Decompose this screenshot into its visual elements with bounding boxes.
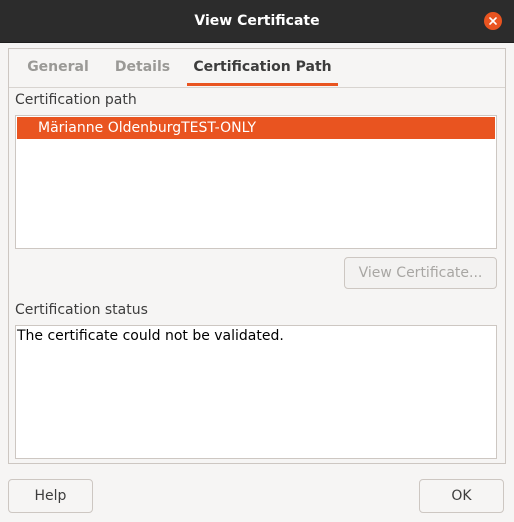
certification-status-label: Certification status — [15, 302, 148, 318]
tab-general[interactable]: General — [20, 49, 96, 86]
tab-certification-path[interactable]: Certification Path — [187, 49, 338, 86]
list-item[interactable]: Märianne OldenburgTEST-ONLY — [17, 117, 495, 139]
titlebar: View Certificate — [0, 0, 514, 43]
tab-details[interactable]: Details — [108, 49, 177, 86]
close-button[interactable] — [484, 12, 502, 30]
ok-button[interactable]: OK — [419, 479, 504, 513]
certification-path-list[interactable]: Märianne OldenburgTEST-ONLY — [15, 115, 497, 249]
view-certificate-dialog: View Certificate General Details Certifi… — [0, 0, 514, 522]
certification-status-box[interactable]: The certificate could not be validated. — [15, 325, 497, 459]
active-tab-indicator — [187, 83, 338, 86]
status-text: The certificate could not be validated. — [17, 328, 284, 344]
help-button[interactable]: Help — [8, 479, 93, 513]
close-icon — [489, 17, 497, 25]
certification-path-label: Certification path — [15, 92, 137, 108]
view-certificate-button[interactable]: View Certificate... — [344, 257, 497, 289]
tab-bar: General Details Certification Path — [9, 49, 505, 88]
dialog-title: View Certificate — [194, 13, 320, 29]
